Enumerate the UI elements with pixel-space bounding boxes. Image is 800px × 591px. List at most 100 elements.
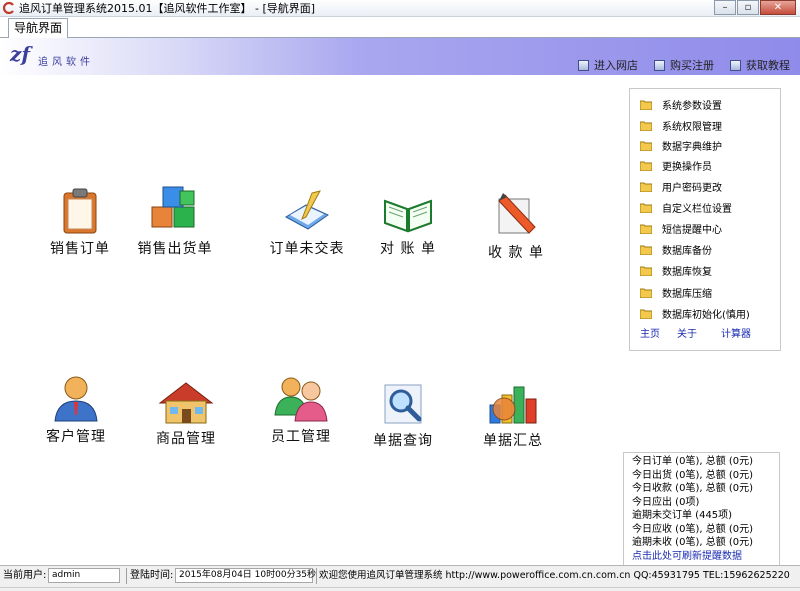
nav-customer-mgmt[interactable]: 客户管理 xyxy=(26,375,126,446)
settings-item-label: 更换操作员 xyxy=(662,161,712,173)
enter-shop-label: 进入网店 xyxy=(594,59,638,72)
folder-icon xyxy=(640,161,652,171)
purchase-register-link[interactable]: 购买注册 xyxy=(654,57,714,73)
nav-order-unshipped-label: 订单未交表 xyxy=(269,241,345,257)
tab-navigation[interactable]: 导航界面 xyxy=(8,18,69,38)
current-user-label: 当前用户: xyxy=(3,570,47,581)
status-divider xyxy=(0,587,800,588)
restore-button[interactable]: ▫ xyxy=(737,0,759,15)
folder-icon xyxy=(640,309,652,319)
status-separator xyxy=(126,568,127,584)
nav-sales-shipment[interactable]: 销售出货单 xyxy=(125,185,225,258)
settings-item-label: 短信提醒中心 xyxy=(662,224,722,236)
settings-item-label: 数据库初始化(慎用) xyxy=(662,309,750,321)
minimize-button[interactable]: – xyxy=(714,0,736,15)
window-controls: – ▫ ✕ xyxy=(713,0,796,15)
settings-item-permissions[interactable]: 系统权限管理 xyxy=(630,115,780,135)
settings-item-label: 数据库压缩 xyxy=(662,288,712,300)
settings-item-db-backup[interactable]: 数据库备份 xyxy=(630,239,780,259)
window-icon xyxy=(654,59,665,71)
calculator-link[interactable]: 计算器 xyxy=(721,325,751,340)
magnifier-icon xyxy=(384,384,422,424)
settings-item-label: 系统权限管理 xyxy=(662,121,722,133)
logo-text: 追风软件 xyxy=(38,57,94,68)
nav-statement[interactable]: 对 账 单 xyxy=(358,191,458,258)
folder-icon xyxy=(640,121,652,131)
customer-icon xyxy=(54,376,98,422)
nav-receipt-label: 收 款 单 xyxy=(488,245,544,261)
app-icon xyxy=(3,2,14,14)
cubes-icon xyxy=(151,186,195,228)
settings-item-label: 用户密码更改 xyxy=(662,182,722,194)
settings-item-custom-columns[interactable]: 自定义栏位设置 xyxy=(630,197,780,217)
current-user-value: admin xyxy=(48,568,120,583)
settings-item-label: 数据库备份 xyxy=(662,245,712,257)
window-title: 追风订单管理系统2015.01【追风软件工作室】 - [导航界面] xyxy=(19,2,316,15)
nav-doc-query[interactable]: 单据查询 xyxy=(353,381,453,450)
get-tutorial-link[interactable]: 获取教程 xyxy=(730,57,790,73)
folder-icon xyxy=(640,224,652,234)
settings-item-label: 自定义栏位设置 xyxy=(662,203,732,215)
stat-today-receivable: 今日应收 (0笔), 总额 (0元) xyxy=(632,523,754,535)
home-link[interactable]: 主页 xyxy=(640,325,660,340)
open-book-icon xyxy=(384,199,432,233)
folder-icon xyxy=(640,203,652,213)
nav-product-mgmt-label: 商品管理 xyxy=(156,431,216,447)
settings-item-sms-center[interactable]: 短信提醒中心 xyxy=(630,218,780,238)
banner: zf 追风软件 进入网店 购买注册 获取教程 xyxy=(0,38,800,75)
refresh-reminder-link[interactable]: 点击此处可刷新提醒数据 xyxy=(632,550,779,564)
login-time-label: 登陆时间: xyxy=(130,570,174,581)
logo-mark: zf xyxy=(10,42,30,66)
nav-doc-query-label: 单据查询 xyxy=(373,433,433,449)
settings-item-change-password[interactable]: 用户密码更改 xyxy=(630,176,780,196)
clipboard-icon xyxy=(63,188,97,234)
nav-product-mgmt[interactable]: 商品管理 xyxy=(136,381,236,448)
settings-item-change-operator[interactable]: 更换操作员 xyxy=(630,155,780,175)
about-link[interactable]: 关于 xyxy=(677,325,697,340)
settings-item-db-restore[interactable]: 数据库恢复 xyxy=(630,260,780,280)
nav-employee-mgmt[interactable]: 员工管理 xyxy=(251,375,351,446)
nav-sales-order[interactable]: 销售订单 xyxy=(30,187,130,258)
title-bar: 追风订单管理系统2015.01【追风软件工作室】 - [导航界面] – ▫ ✕ xyxy=(0,0,800,17)
status-separator xyxy=(316,568,317,584)
settings-item-dictionary[interactable]: 数据字典维护 xyxy=(630,135,780,155)
nav-sales-shipment-label: 销售出货单 xyxy=(137,241,213,257)
settings-item-system-params[interactable]: 系统参数设置 xyxy=(630,94,780,114)
settings-item-db-compress[interactable]: 数据库压缩 xyxy=(630,282,780,302)
stat-overdue-unreceived: 逾期未收 (0笔), 总额 (0元) xyxy=(632,537,754,548)
nav-doc-summary[interactable]: 单据汇总 xyxy=(463,381,563,450)
enter-shop-link[interactable]: 进入网店 xyxy=(578,57,638,73)
stat-today-orders: 今日订单 (0笔), 总额 (0元) xyxy=(632,456,754,467)
close-button[interactable]: ✕ xyxy=(760,0,796,15)
window-icon xyxy=(730,59,741,71)
welcome-text: 欢迎您使用追风订单管理系统 http://www.poweroffice.com… xyxy=(319,570,790,581)
folder-icon xyxy=(640,182,652,192)
settings-item-db-init[interactable]: 数据库初始化(慎用) xyxy=(630,303,780,323)
window-icon xyxy=(578,59,589,71)
settings-panel: 系统参数设置 系统权限管理 数据字典维护 更换操作员 用户密码更改 自定义栏位设… xyxy=(629,88,781,351)
form-pencil-icon xyxy=(284,190,330,230)
stats-panel: 今日订单 (0笔), 总额 (0元) 今日出货 (0笔), 总额 (0元) 今日… xyxy=(623,452,780,574)
nav-sales-order-label: 销售订单 xyxy=(50,241,110,257)
settings-item-label: 数据库恢复 xyxy=(662,266,712,278)
note-pen-icon xyxy=(498,193,536,234)
stat-today-shipments: 今日出货 (0笔), 总额 (0元) xyxy=(632,469,754,481)
get-tutorial-label: 获取教程 xyxy=(746,59,790,72)
nav-order-unshipped[interactable]: 订单未交表 xyxy=(257,187,357,258)
login-time-value: 2015年08月04日 10时00分35秒 xyxy=(175,568,316,583)
settings-item-label: 数据字典维护 xyxy=(662,141,722,153)
folder-icon xyxy=(640,100,652,110)
employees-icon xyxy=(274,377,328,422)
nav-receipt[interactable]: 收 款 单 xyxy=(466,191,566,262)
main-area: 销售订单 销售出货单 订单未交表 对 账 单 收 款 单 客户管理 商品管理 员… xyxy=(0,75,800,574)
stat-overdue-orders: 逾期未交订单 (445项) xyxy=(632,510,733,521)
settings-item-label: 系统参数设置 xyxy=(662,100,722,112)
settings-footer: 主页 关于 计算器 xyxy=(630,325,780,340)
folder-icon xyxy=(640,141,652,151)
folder-icon xyxy=(640,245,652,255)
stat-today-due: 今日应出 (0项) xyxy=(632,496,700,508)
nav-statement-label: 对 账 单 xyxy=(380,241,436,257)
purchase-register-label: 购买注册 xyxy=(670,59,714,72)
house-icon xyxy=(158,382,214,424)
banner-links: 进入网店 购买注册 获取教程 xyxy=(562,57,790,73)
